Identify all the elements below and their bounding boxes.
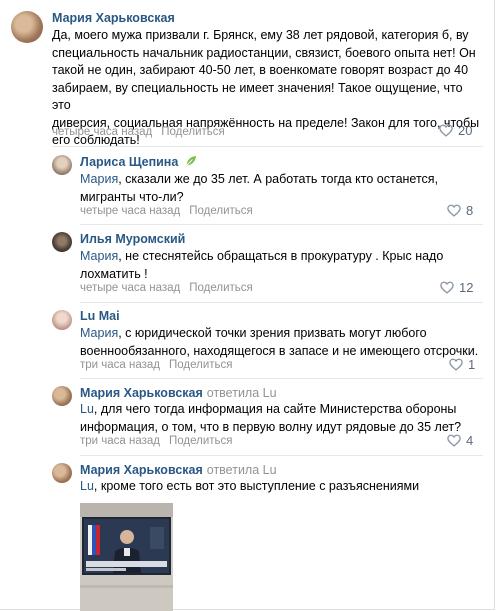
reply-addressee[interactable]: Lu <box>80 402 94 416</box>
divider <box>80 455 483 456</box>
reply-addressee[interactable]: Мария <box>80 172 118 186</box>
comment-text: Мария, не стеснятейсь обращаться в проку… <box>80 249 444 281</box>
comment-meta: четыре часа назад Поделиться <box>52 126 225 138</box>
comment-text: Lu, для чего тогда информация на сайте М… <box>80 402 462 434</box>
like-button[interactable]: 20 <box>439 123 472 138</box>
comment-author[interactable]: Мария Харьковская <box>80 386 203 400</box>
share-button[interactable]: Поделиться <box>189 282 253 294</box>
like-button[interactable]: 1 <box>449 357 475 372</box>
comment-text: Мария, сказали же до 35 лет. А работать … <box>80 172 439 204</box>
like-count: 4 <box>466 433 474 448</box>
like-button[interactable]: 12 <box>440 280 473 295</box>
share-button[interactable]: Поделиться <box>161 126 225 138</box>
heart-icon <box>447 434 461 447</box>
comment-text: Мария, с юридической точки зрения призва… <box>80 326 479 358</box>
comment-meta: четыре часа назад Поделиться <box>80 282 253 294</box>
avatar[interactable] <box>52 155 72 175</box>
reply-to-link[interactable]: ответила Lu <box>207 386 277 400</box>
comment-author[interactable]: Лариса Щепина <box>80 155 178 169</box>
heart-icon <box>439 124 453 137</box>
reply-addressee[interactable]: Lu <box>80 479 94 493</box>
comment-author[interactable]: Lu Mai <box>80 309 120 323</box>
comment-meta: три часа назад Поделиться <box>80 359 233 371</box>
divider <box>80 224 483 225</box>
share-button[interactable]: Поделиться <box>169 359 233 371</box>
leaf-icon <box>185 156 196 166</box>
divider <box>80 302 483 303</box>
share-button[interactable]: Поделиться <box>169 435 233 447</box>
like-button[interactable]: 8 <box>447 203 473 218</box>
avatar[interactable] <box>52 310 72 330</box>
avatar[interactable] <box>11 11 43 43</box>
like-count: 8 <box>466 203 474 218</box>
comment-text: Lu, кроме того есть вот это выступление … <box>80 479 420 493</box>
like-count: 12 <box>459 280 474 295</box>
avatar[interactable] <box>52 386 72 406</box>
heart-icon <box>449 358 463 371</box>
heart-icon <box>440 281 454 294</box>
like-count: 1 <box>468 357 476 372</box>
comment-time[interactable]: четыре часа назад <box>52 126 152 138</box>
video-thumbnail[interactable] <box>80 503 173 611</box>
like-count: 20 <box>458 123 473 138</box>
divider <box>80 378 483 379</box>
divider <box>52 146 483 147</box>
comment-time[interactable]: четыре часа назад <box>80 282 180 294</box>
avatar[interactable] <box>52 463 72 483</box>
reply-addressee[interactable]: Мария <box>80 326 118 340</box>
share-button[interactable]: Поделиться <box>189 205 253 217</box>
reply-addressee[interactable]: Мария <box>80 249 118 263</box>
reply-to-link[interactable]: ответила Lu <box>207 463 277 477</box>
video-preview-image <box>80 503 173 611</box>
heart-icon <box>447 204 461 217</box>
comment-meta: четыре часа назад Поделиться <box>80 205 253 217</box>
comment-time[interactable]: три часа назад <box>80 435 160 447</box>
like-button[interactable]: 4 <box>447 433 473 448</box>
comment-author[interactable]: Мария Харьковская <box>52 11 175 25</box>
comment-author[interactable]: Илья Муромский <box>80 232 185 246</box>
comment-author[interactable]: Мария Харьковская <box>80 463 203 477</box>
comment-time[interactable]: четыре часа назад <box>80 205 180 217</box>
comment-meta: три часа назад Поделиться <box>80 435 233 447</box>
comment-time[interactable]: три часа назад <box>80 359 160 371</box>
avatar[interactable] <box>52 232 72 252</box>
